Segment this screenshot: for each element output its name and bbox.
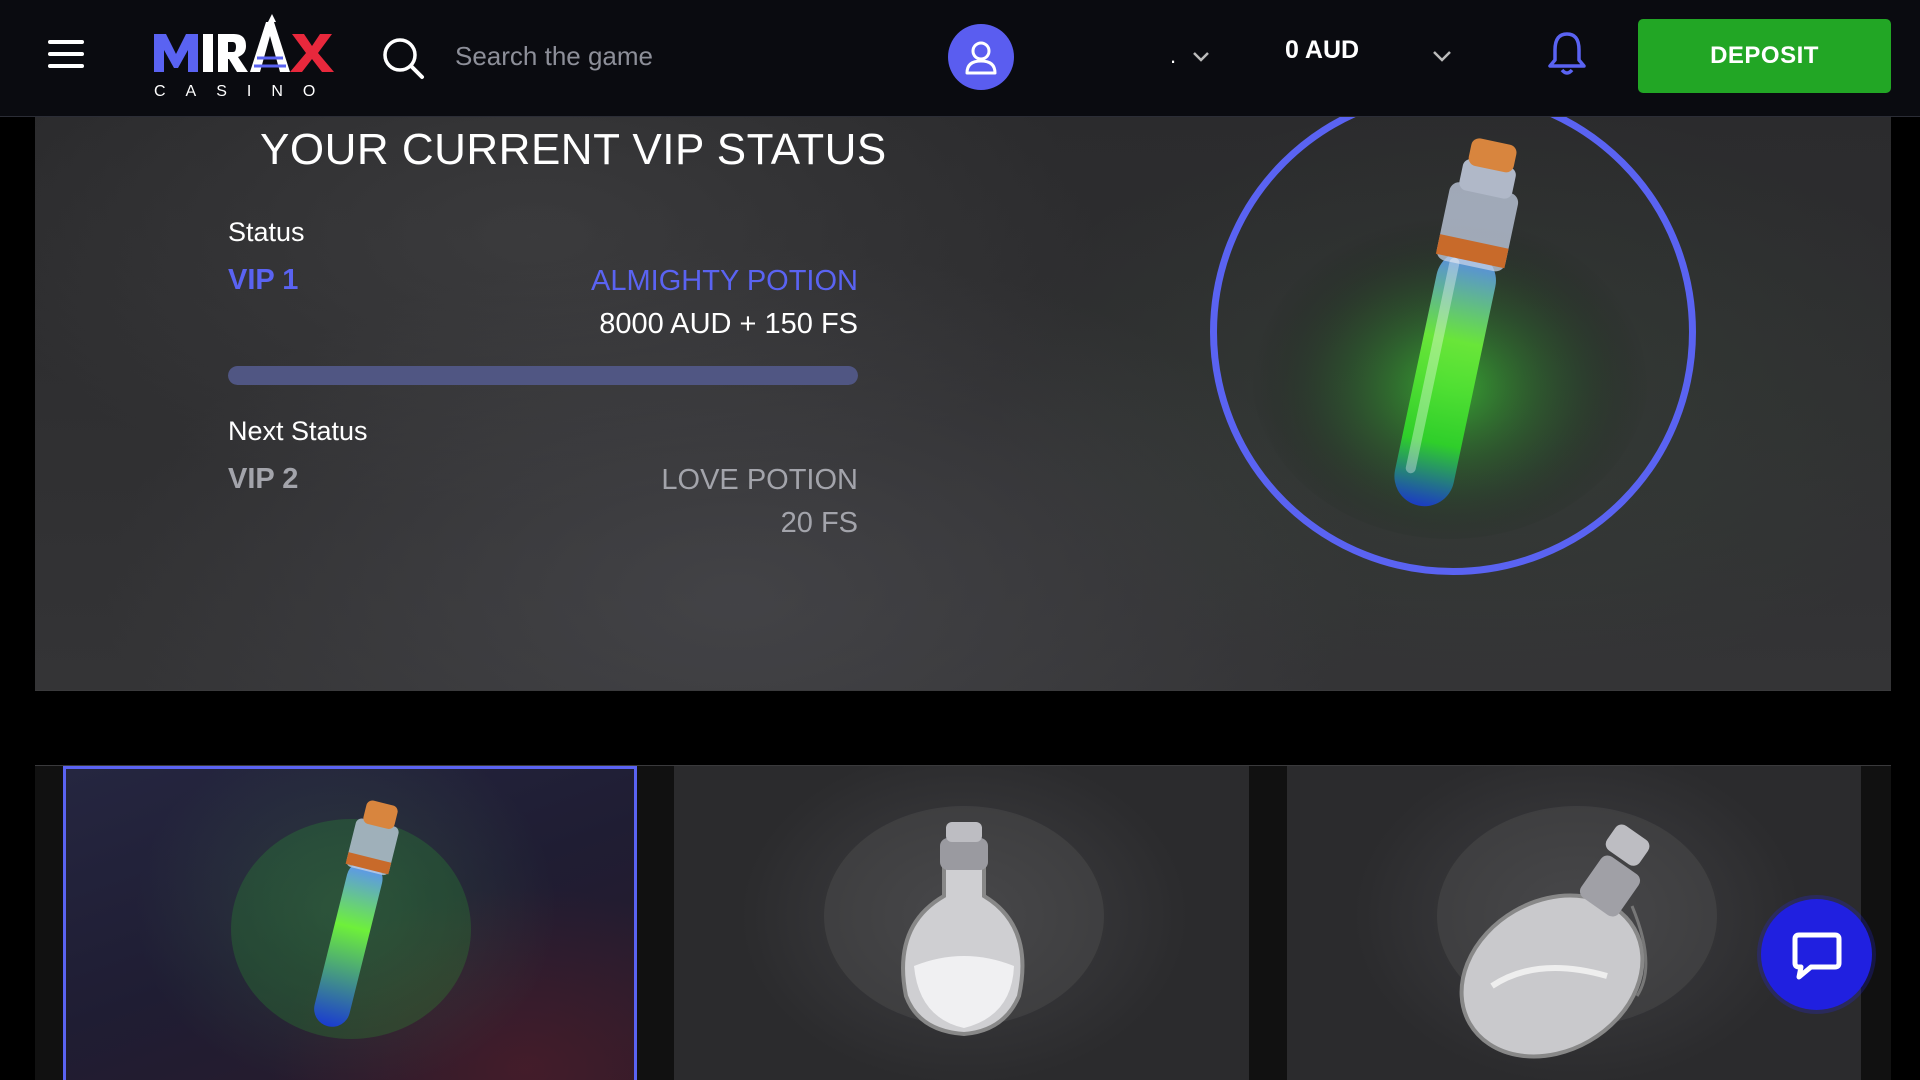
language-selector[interactable]: . [1170, 38, 1212, 74]
notification-bell-icon[interactable] [1545, 30, 1589, 78]
menu-icon[interactable] [48, 40, 84, 72]
search-input[interactable] [455, 30, 875, 82]
language-value: . [1170, 43, 1177, 68]
vip-status-panel: YOUR CURRENT VIP STATUS Status VIP 1 ALM… [35, 117, 1891, 690]
current-vip-level: VIP 1 [228, 264, 299, 296]
vip-status-title: YOUR CURRENT VIP STATUS [260, 125, 887, 174]
round-flask-icon [824, 806, 1104, 1037]
vip-levels-carousel [35, 766, 1891, 1080]
chat-support-button[interactable] [1761, 899, 1872, 1010]
balance-chevron-down-icon[interactable] [1430, 44, 1454, 68]
vip-progress-fill [228, 366, 858, 385]
next-reward-name: LOVE POTION [661, 464, 858, 496]
balance-display[interactable]: 0 AUD [1285, 36, 1359, 65]
section-divider-strip [35, 690, 1891, 766]
user-icon [965, 41, 997, 75]
user-avatar-button[interactable] [948, 24, 1014, 90]
chat-bubble-icon [1792, 932, 1841, 979]
next-status-label: Next Status [228, 416, 368, 446]
next-reward-value: 20 FS [780, 507, 858, 539]
tall-vial-green-icon [231, 800, 471, 1039]
top-header: CASINO . 0 AUD DEPOSIT [0, 0, 1920, 117]
current-status-label: Status [228, 217, 305, 247]
mirax-casino-logo[interactable]: CASINO [150, 12, 340, 102]
logo-casino-text: CASINO [154, 83, 335, 100]
almighty-potion-image [1250, 138, 1650, 539]
current-reward-name: ALMIGHTY POTION [591, 265, 858, 297]
vip-progress-bar [228, 366, 858, 385]
vip-card-love-potion[interactable] [674, 766, 1249, 1080]
search-icon[interactable] [380, 35, 426, 81]
current-reward-value: 8000 AUD + 150 FS [599, 308, 858, 340]
vip-card-almighty-potion[interactable] [63, 766, 637, 1080]
deposit-button[interactable]: DEPOSIT [1638, 19, 1891, 93]
left-rail [0, 117, 35, 1080]
chevron-down-icon [1193, 52, 1210, 62]
next-vip-level: VIP 2 [228, 463, 299, 495]
